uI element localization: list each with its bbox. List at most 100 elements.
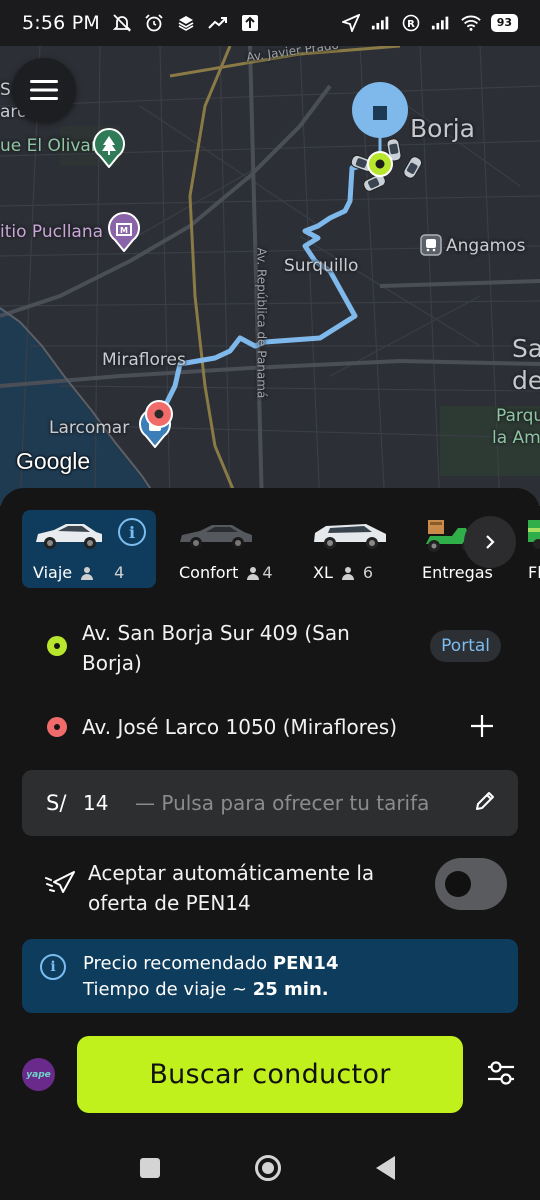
- hamburger-icon: [30, 80, 58, 100]
- portal-badge[interactable]: Portal: [430, 630, 501, 662]
- road-label: Av. República de Panamá: [254, 247, 269, 399]
- stack-icon: [176, 13, 196, 33]
- origin-line1: Av. San Borja Sur 409 (San: [82, 621, 350, 645]
- map-label: de: [512, 366, 540, 395]
- svg-text:M: M: [120, 226, 128, 235]
- search-driver-button[interactable]: Buscar conductor: [77, 1036, 463, 1113]
- signal-icon: [371, 13, 391, 33]
- truck-icon: [528, 520, 540, 549]
- signal-icon: [431, 13, 451, 33]
- tariff-selector: i Viaje 4 Confort 4 XL 6 Entregas Fl: [22, 510, 540, 590]
- auto-accept-line1: Aceptar automáticamente la: [88, 861, 375, 885]
- bottom-sheet: i Viaje 4 Confort 4 XL 6 Entregas Fl Av.…: [0, 488, 540, 1200]
- recents-button[interactable]: [140, 1158, 160, 1178]
- tariff-label: Fle: [528, 563, 540, 582]
- menu-button[interactable]: [12, 58, 76, 122]
- tariff-name: XL: [313, 563, 333, 582]
- tariff-seats: 4: [114, 563, 125, 582]
- map-label: S: [0, 80, 11, 100]
- toggle-knob: [445, 871, 471, 897]
- auto-accept-label: Aceptar automáticamente la oferta de PEN…: [88, 858, 374, 918]
- filters-icon[interactable]: [486, 1060, 516, 1086]
- price-value: PEN14: [272, 953, 339, 974]
- auto-accept-toggle[interactable]: [435, 858, 507, 910]
- tariff-confort[interactable]: Confort 4: [168, 510, 302, 588]
- destination-marker-icon: [145, 400, 173, 428]
- price-prefix: Precio recomendado: [83, 953, 273, 974]
- trend-icon: [208, 13, 228, 33]
- map-label: Parqu: [496, 406, 540, 426]
- location-icon: [341, 13, 361, 33]
- tariff-label: Confort 4: [179, 563, 273, 582]
- tariff-label: Viaje 4: [33, 563, 124, 582]
- person-icon: [247, 566, 260, 580]
- tariff-viaje[interactable]: i Viaje 4: [22, 510, 156, 588]
- person-icon: [341, 566, 354, 580]
- status-icons-right: R 93: [341, 13, 518, 33]
- time-value: 25 min.: [252, 979, 329, 1000]
- system-nav-bar: [0, 1134, 540, 1200]
- fare-input[interactable]: S/ 14 — Pulsa para ofrecer tu tarifa: [22, 770, 518, 836]
- currency-label: S/: [46, 791, 67, 815]
- origin-marker-icon: [350, 82, 423, 192]
- tariff-label: XL 6: [313, 563, 373, 582]
- destination-dot-icon: [47, 717, 67, 737]
- fare-amount: 14: [83, 791, 109, 815]
- r-icon: R: [401, 13, 421, 33]
- map-view[interactable]: S aro ue El Olivar itio Pucllana Borja A…: [0, 46, 540, 506]
- google-logo: Google: [16, 448, 91, 474]
- destination-address[interactable]: Av. José Larco 1050 (Miraflores): [82, 712, 397, 742]
- person-icon: [81, 566, 94, 580]
- map-label-olivar: ue El Olivar: [0, 136, 98, 156]
- upload-icon: [240, 13, 260, 33]
- tariff-name: Viaje: [33, 563, 73, 582]
- fare-hint: — Pulsa para ofrecer tu tarifa: [135, 791, 430, 815]
- recommended-price-banner: i Precio recomendado PEN14 Tiempo de via…: [22, 939, 518, 1013]
- banner-text: Precio recomendado PEN14 Tiempo de viaje…: [83, 951, 338, 1003]
- tariff-seats: 4: [262, 563, 273, 582]
- map-label-larcomar: Larcomar: [49, 418, 130, 438]
- map-label: Sa: [512, 334, 540, 363]
- status-icons-left: [112, 13, 260, 33]
- origin-address[interactable]: Av. San Borja Sur 409 (San Borja): [82, 618, 350, 678]
- xl-car-icon: [314, 524, 386, 549]
- auto-accept-line2: oferta de PEN14: [88, 891, 251, 915]
- tariff-seats: 6: [362, 563, 374, 582]
- map-label-surquillo: Surquillo: [284, 256, 359, 276]
- tariffs-next-button[interactable]: [464, 516, 516, 568]
- mute-icon: [112, 13, 132, 33]
- svg-text:R: R: [407, 19, 415, 30]
- back-button[interactable]: [376, 1156, 395, 1180]
- time-prefix: Tiempo de viaje ~: [83, 979, 253, 1000]
- chevron-right-icon: [486, 535, 495, 549]
- transit-icon[interactable]: [420, 234, 442, 256]
- plus-icon: [471, 715, 493, 737]
- comfort-car-icon: [180, 525, 252, 549]
- tariff-name: Fle: [528, 563, 540, 582]
- status-bar: 5:56 PM R 93: [0, 0, 540, 46]
- alarm-icon: [144, 13, 164, 33]
- pencil-icon[interactable]: [474, 790, 496, 812]
- origin-dot-icon: [47, 636, 67, 656]
- tariff-name: Confort: [179, 563, 239, 582]
- map-label-miraflores: Miraflores: [102, 350, 186, 370]
- home-button[interactable]: [255, 1155, 281, 1181]
- map-label-pucllana: itio Pucllana: [0, 222, 104, 242]
- action-bar: yape Buscar conductor: [0, 1036, 540, 1114]
- park-pin-icon[interactable]: [92, 128, 126, 168]
- auto-accept-row: Aceptar automáticamente la oferta de PEN…: [0, 858, 540, 918]
- origin-line2: Borja): [82, 651, 142, 675]
- map-label: la Am: [492, 428, 540, 448]
- battery-icon: 93: [490, 14, 518, 32]
- clock: 5:56 PM: [22, 12, 100, 34]
- info-icon: i: [40, 954, 66, 980]
- add-stop-button[interactable]: [470, 710, 494, 744]
- yape-payment-button[interactable]: yape: [22, 1058, 55, 1091]
- museum-pin-icon[interactable]: M: [107, 212, 141, 252]
- tariff-fletes[interactable]: Fle: [514, 510, 540, 588]
- auto-accept-icon: [45, 871, 75, 893]
- wifi-icon: [460, 13, 481, 33]
- sedan-car-icon: [36, 524, 102, 549]
- map-label-angamos: Angamos: [446, 236, 526, 256]
- info-icon[interactable]: i: [118, 518, 146, 546]
